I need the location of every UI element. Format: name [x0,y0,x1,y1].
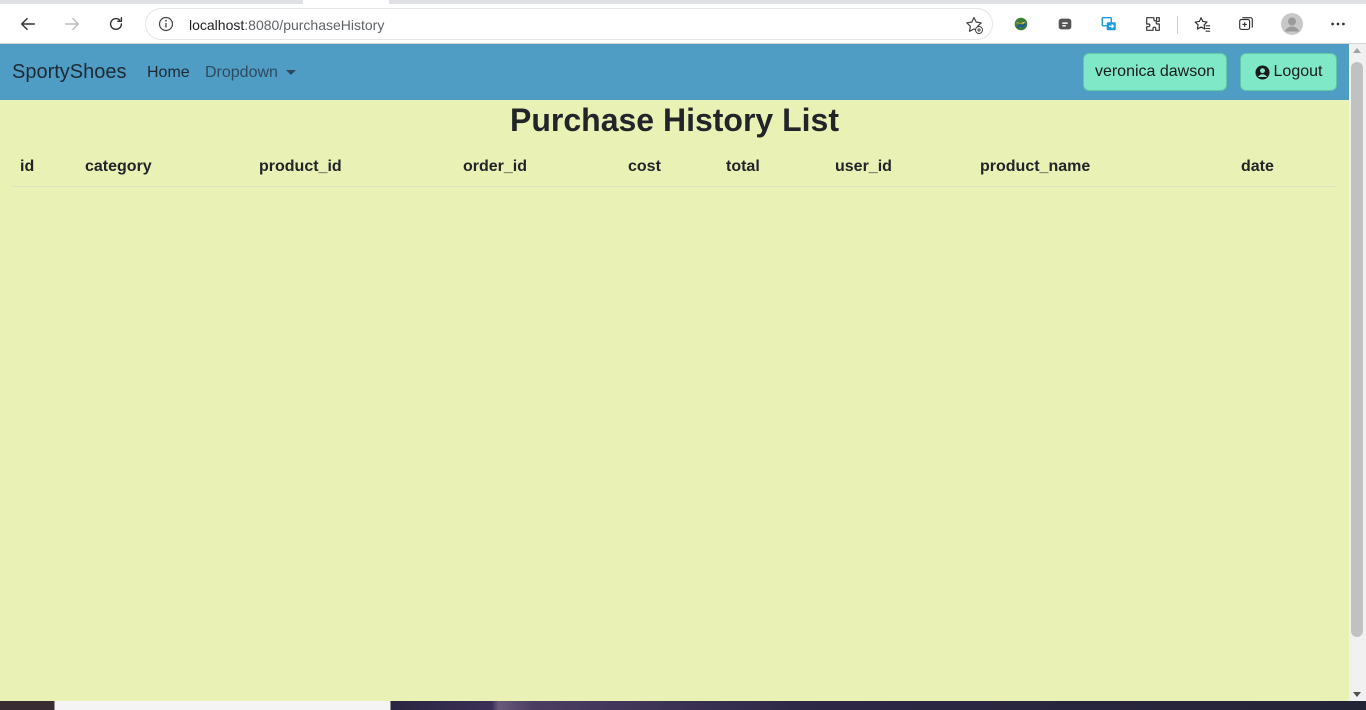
url-path: :8080/purchaseHistory [244,17,385,33]
scroll-up-arrow-icon[interactable] [1353,48,1361,53]
share-extension-button[interactable] [1098,13,1120,35]
globe-extension-icon [1014,17,1028,31]
site-navbar: SportyShoes Home Dropdown veronica dawso… [0,44,1349,100]
profile-button[interactable] [1281,13,1303,35]
os-taskbar [0,701,1366,710]
column-header-category: category [85,158,152,175]
logout-button[interactable]: Logout [1240,53,1337,91]
puzzle-icon [1146,17,1160,31]
collections-icon [1239,17,1253,30]
add-favorite-icon[interactable] [964,15,984,35]
nav-dropdown-label: Dropdown [205,64,278,81]
brand-link[interactable]: SportyShoes [12,61,127,84]
arrow-left-icon [20,17,36,31]
refresh-icon [109,16,123,31]
browser-toolbar: localhost:8080/purchaseHistory [0,4,1366,44]
info-icon[interactable] [158,16,174,32]
screen-share-icon [1101,16,1116,31]
url-text[interactable]: localhost:8080/purchaseHistory [189,17,384,33]
favorites-star-icon [1194,17,1211,32]
puzzle-extension-icon [1058,18,1072,30]
column-header-user-id: user_id [835,158,892,175]
arrow-right-icon [64,17,80,31]
caret-down-icon [285,69,296,75]
extensions-button[interactable] [1142,13,1164,35]
address-bar[interactable]: localhost:8080/purchaseHistory [145,8,993,40]
url-host: localhost [189,17,245,33]
column-header-cost: cost [628,158,661,175]
column-header-product-name: product_name [980,158,1091,175]
column-header-id: id [20,158,35,175]
user-name-button[interactable]: veronica dawson [1083,53,1227,91]
back-button[interactable] [14,10,42,38]
page-title: Purchase History List [510,102,839,138]
column-header-order-id: order_id [463,158,528,175]
nav-home-link[interactable]: Home [147,64,190,82]
column-header-product-id: product_id [259,158,342,175]
column-header-date: date [1241,158,1274,175]
web-page: SportyShoes Home Dropdown veronica dawso… [0,44,1349,701]
scroll-down-arrow-icon[interactable] [1353,692,1361,697]
purchase-history-table: id category product_id order_id cost tot… [12,152,1336,187]
favorites-button[interactable] [1191,13,1213,35]
reload-button[interactable] [102,10,130,38]
forward-button[interactable] [58,10,86,38]
logout-label: Logout [1273,63,1323,80]
nav-dropdown-toggle[interactable]: Dropdown [205,64,296,82]
collections-button[interactable] [1235,13,1257,35]
extension-button[interactable] [1054,13,1076,35]
more-dots-icon [1331,22,1345,26]
settings-menu-button[interactable] [1327,13,1349,35]
scrollbar-thumb[interactable] [1351,62,1363,637]
toolbar-separator [1177,16,1178,34]
extension-globe-button[interactable] [1010,13,1032,35]
avatar-icon [1281,13,1303,35]
page-scrollbar[interactable] [1349,44,1366,701]
user-circle-icon [1255,64,1270,80]
column-header-total: total [726,158,760,175]
